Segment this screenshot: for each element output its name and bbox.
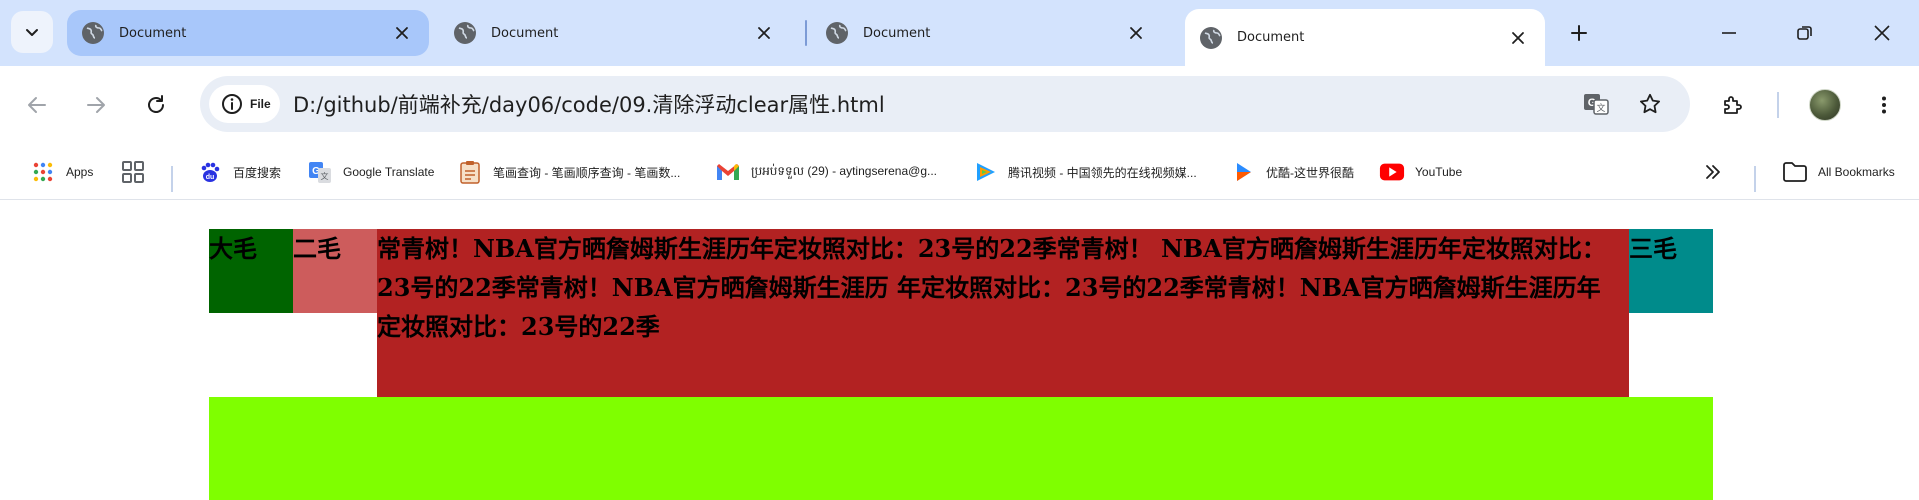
all-bookmarks-button[interactable]: All Bookmarks: [1782, 154, 1895, 190]
tab-1[interactable]: Document: [67, 10, 429, 56]
more-bookmarks-button[interactable]: [1703, 154, 1723, 190]
puzzle-icon: [1724, 96, 1742, 114]
bookmark-label: Apps: [66, 165, 94, 179]
tab-groups-icon: [120, 159, 146, 185]
site-info-chip[interactable]: File: [209, 85, 280, 123]
tab-2[interactable]: Document: [439, 9, 791, 57]
clear-footer-block: [209, 397, 1713, 500]
tab-4-active[interactable]: Document: [1185, 9, 1545, 66]
arrow-left-icon: [28, 97, 46, 113]
chevron-down-icon: [26, 29, 38, 36]
globe-icon: [81, 21, 105, 45]
tab-title: Document: [1237, 30, 1305, 45]
google-translate-icon: G文: [1584, 94, 1609, 115]
toolbar: File D:/github/前端补充/day06/code/09.清除浮动cl…: [0, 66, 1919, 144]
gmail-icon: [715, 159, 741, 185]
back-button[interactable]: [17, 85, 57, 125]
translate-page-button[interactable]: G文: [1580, 88, 1612, 120]
profile-button[interactable]: [1805, 85, 1845, 125]
minimize-icon: [1722, 32, 1736, 34]
address-bar[interactable]: File D:/github/前端补充/day06/code/09.清除浮动cl…: [200, 76, 1690, 132]
float-box-damao: 大毛: [209, 229, 293, 313]
bookmark-label: Google Translate: [343, 165, 435, 179]
bookmark-gmail[interactable]: ប្រអប់ទទួល (29) - aytingserena@g...: [715, 154, 937, 190]
toolbar-separator: [1777, 92, 1779, 118]
bookmark-tencent-video[interactable]: 腾讯视频 - 中国领先的在线视频媒...: [972, 154, 1197, 190]
youku-icon: [1230, 159, 1256, 185]
bookmark-apps[interactable]: Apps: [30, 154, 93, 190]
double-chevron-right-icon: [1706, 165, 1720, 179]
close-icon: [1874, 25, 1890, 41]
close-tab-icon[interactable]: [389, 20, 415, 46]
close-tab-icon[interactable]: [751, 20, 777, 46]
tab-title: Document: [863, 25, 931, 41]
svg-text:文: 文: [321, 171, 329, 181]
bookmark-tab-groups[interactable]: [120, 154, 156, 190]
reload-icon: [148, 95, 164, 113]
plus-icon: [1571, 25, 1587, 41]
bookmarks-bar: Apps du 百度搜索 G文 Google Translate 笔画查询 - …: [0, 144, 1919, 200]
reload-button[interactable]: [136, 85, 176, 125]
bookmark-baidu[interactable]: du 百度搜索: [197, 154, 281, 190]
notepad-icon: [457, 159, 483, 185]
bookmark-label: 优酷-这世界很酷: [1266, 165, 1354, 180]
tab-title: Document: [119, 25, 187, 41]
bookmark-google-translate[interactable]: G文 Google Translate: [307, 154, 434, 190]
star-icon: [1640, 93, 1660, 114]
forward-button[interactable]: [76, 85, 116, 125]
bookmark-label: 百度搜索: [233, 165, 282, 180]
close-tab-icon[interactable]: [1505, 25, 1531, 51]
youtube-icon: [1379, 159, 1405, 185]
float-box-ermao: 二毛: [293, 229, 377, 313]
bookmark-separator: [171, 166, 173, 192]
bookmark-separator: [1754, 166, 1756, 192]
bookmark-label: 笔画查询 - 笔画顺序查询 - 笔画数...: [493, 165, 681, 180]
page-content: 大毛 二毛 常青树！NBA官方晒詹姆斯生涯历年定妆照对比：23号的22季常青树！…: [0, 200, 1919, 500]
bookmark-label: 腾讯视频 - 中国领先的在线视频媒...: [1008, 165, 1197, 180]
svg-text:文: 文: [1596, 102, 1605, 114]
tab-strip: Document Document Document Document: [0, 0, 1919, 66]
tab-3[interactable]: Document: [811, 9, 1163, 57]
google-translate-icon: G文: [307, 159, 333, 185]
tencent-video-icon: [972, 159, 998, 185]
bookmark-label: ប្រអប់ទទួល (29) - aytingserena@g...: [751, 164, 937, 178]
float-box-text: 常青树！NBA官方晒詹姆斯生涯历年定妆照对比：23号的22季常青树！ NBA官方…: [377, 229, 1629, 397]
bookmark-label: YouTube: [1415, 165, 1463, 179]
restore-icon: [1797, 26, 1812, 40]
bookmark-youtube[interactable]: YouTube: [1379, 154, 1462, 190]
all-bookmarks-label: All Bookmarks: [1818, 165, 1895, 179]
globe-icon: [453, 21, 477, 45]
menu-button[interactable]: [1864, 85, 1904, 125]
baidu-paw-icon: du: [197, 159, 223, 185]
close-tab-icon[interactable]: [1123, 20, 1149, 46]
url-text[interactable]: D:/github/前端补充/day06/code/09.清除浮动clear属性…: [293, 89, 885, 119]
tab-title: Document: [491, 25, 559, 41]
more-vertical-icon: [1882, 96, 1886, 114]
box-label: 三毛: [1629, 234, 1677, 263]
apps-grid-icon: [30, 159, 56, 185]
site-chip-label: File: [250, 97, 271, 111]
bookmark-youku[interactable]: 优酷-这世界很酷: [1230, 154, 1354, 190]
globe-icon: [1199, 26, 1223, 50]
box-paragraph: 常青树！NBA官方晒詹姆斯生涯历年定妆照对比：23号的22季常青树！ NBA官方…: [377, 234, 1606, 341]
tab-search-button[interactable]: [11, 11, 53, 53]
info-icon: [221, 93, 243, 115]
new-tab-button[interactable]: [1563, 17, 1595, 49]
box-label: 大毛: [209, 234, 257, 263]
avatar: [1809, 89, 1841, 121]
bookmark-stroke-lookup[interactable]: 笔画查询 - 笔画顺序查询 - 笔画数...: [457, 154, 680, 190]
restore-button[interactable]: [1783, 14, 1827, 52]
box-label: 二毛: [293, 234, 341, 263]
tab-separator: [805, 20, 807, 46]
globe-icon: [825, 21, 849, 45]
extensions-button[interactable]: [1713, 85, 1753, 125]
arrow-right-icon: [87, 97, 105, 113]
bookmark-star-button[interactable]: [1634, 88, 1666, 120]
minimize-button[interactable]: [1707, 14, 1751, 52]
svg-text:du: du: [206, 174, 215, 181]
close-window-button[interactable]: [1860, 14, 1904, 52]
folder-icon: [1782, 159, 1808, 185]
float-box-sanmao: 三毛: [1629, 229, 1713, 313]
